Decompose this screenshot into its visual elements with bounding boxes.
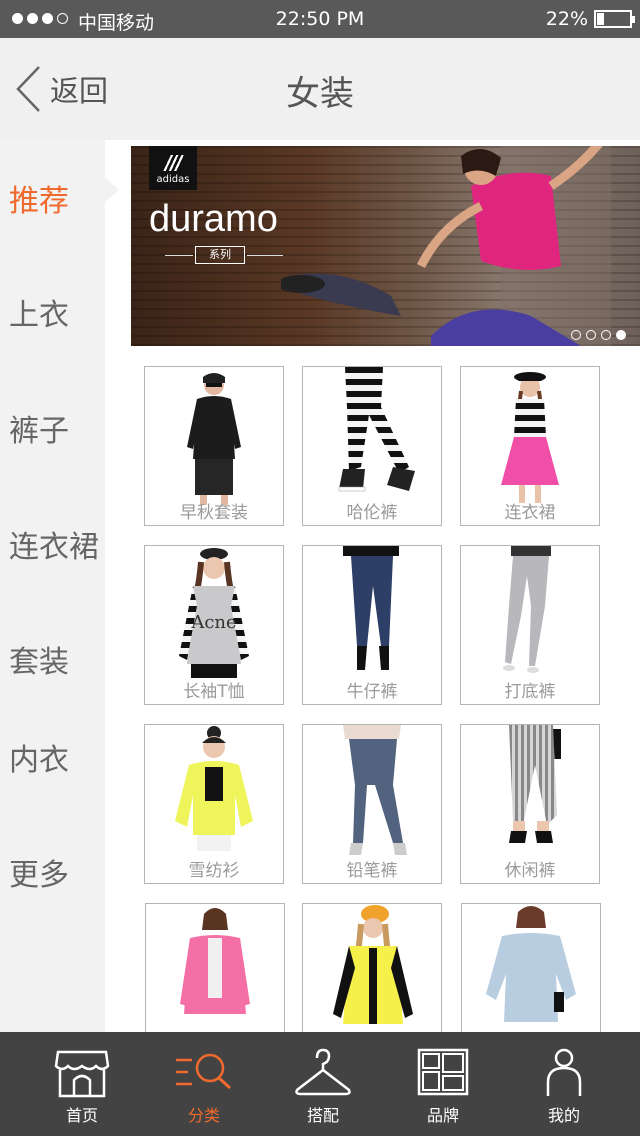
sidebar-item-recommend[interactable]: 推荐 (9, 176, 69, 220)
product-label: 连衣裙 (504, 503, 556, 523)
black-velour-suit-image (187, 373, 241, 505)
product-card-long-sleeve-tee[interactable]: Acne 长袖T恤 (144, 545, 284, 705)
battery-percent: 22% (545, 8, 588, 30)
product-card-jeans[interactable]: 牛仔裤 (302, 545, 442, 705)
sidebar-item-suits[interactable]: 套装 (9, 637, 69, 681)
sidebar-active-indicator (105, 178, 119, 202)
tab-label: 我的 (547, 1106, 580, 1125)
product-label: 铅笔裤 (346, 861, 398, 881)
yellow-chiffon-shirt-image (175, 726, 253, 851)
banner-dot[interactable] (571, 330, 581, 340)
tab-brand[interactable]: 品牌 (388, 1032, 498, 1136)
product-card-harem-pants[interactable]: 哈伦裤 (302, 366, 442, 526)
tab-profile[interactable]: 我的 (509, 1032, 619, 1136)
tab-home[interactable]: 首页 (27, 1032, 137, 1136)
pink-skirt-dress-image (501, 372, 559, 503)
pencil-jeans-image (343, 725, 407, 855)
pink-blazer-image (180, 908, 250, 1014)
category-search-icon (176, 1053, 232, 1090)
product-card-pencil-pants[interactable]: 铅笔裤 (302, 724, 442, 884)
brand-grid-icon (417, 1048, 469, 1096)
tab-label: 搭配 (306, 1106, 339, 1125)
sidebar-item-dresses[interactable]: 连衣裙 (9, 522, 99, 566)
status-time: 22:50 PM (275, 8, 365, 30)
product-label: 牛仔裤 (346, 682, 398, 702)
tab-label: 分类 (187, 1106, 220, 1125)
product-label: 长袖T恤 (183, 682, 245, 702)
banner-dot[interactable] (601, 330, 611, 340)
product-card-chiffon-shirt[interactable]: 雪纺衫 (144, 724, 284, 884)
banner-dot[interactable] (586, 330, 596, 340)
product-card-autumn-suit[interactable]: 早秋套装 (144, 366, 284, 526)
product-card-leggings[interactable]: 打底裤 (460, 545, 600, 705)
store-icon (54, 1050, 110, 1098)
tab-label: 品牌 (426, 1106, 459, 1125)
banner-model-image (281, 146, 611, 346)
sidebar-item-pants[interactable]: 裤子 (9, 406, 69, 450)
product-label: 哈伦裤 (346, 503, 398, 523)
promo-banner[interactable]: adidas duramo 系列 (131, 146, 640, 346)
striped-casual-pants-image (509, 725, 561, 843)
product-card-casual-pants[interactable]: 休闲裤 (460, 724, 600, 884)
product-label: 休闲裤 (504, 861, 556, 881)
product-label: 雪纺衫 (188, 861, 240, 881)
sidebar-item-more[interactable]: 更多 (9, 850, 69, 894)
banner-title: duramo (149, 198, 278, 240)
category-sidebar: 推荐 上衣 裤子 连衣裙 套装 内衣 更多 (0, 140, 105, 1032)
denim-shirt-image (486, 906, 576, 1022)
nav-bar: 返回 女装 (0, 38, 640, 140)
skinny-jeans-image (343, 546, 399, 670)
adidas-logo: adidas (149, 146, 197, 190)
grey-leggings-image (503, 546, 551, 673)
tab-category[interactable]: 分类 (149, 1032, 259, 1136)
product-card-dress[interactable]: 连衣裙 (460, 366, 600, 526)
banner-subtitle: 系列 (195, 246, 245, 264)
sidebar-item-tops[interactable]: 上衣 (9, 290, 69, 334)
banner-dot[interactable] (616, 330, 626, 340)
page-title: 女装 (286, 74, 354, 114)
acne-sweater-image: Acne (179, 548, 249, 678)
battery-icon (594, 10, 635, 28)
product-label: 早秋套装 (180, 503, 248, 523)
user-icon (546, 1048, 582, 1096)
striped-leggings-image (338, 367, 415, 492)
banner-pagination (571, 330, 626, 340)
hanger-icon (295, 1048, 351, 1096)
tab-outfit[interactable]: 搭配 (268, 1032, 378, 1136)
yellow-cardigan-image (333, 905, 413, 1024)
status-bar: 中国移动 22:50 PM 22% (0, 0, 640, 38)
tab-label: 首页 (65, 1106, 98, 1125)
bottom-tab-bar: 首页 分类 搭配 品牌 我的 (0, 1032, 640, 1136)
product-label: 打底裤 (504, 682, 556, 702)
svg-text:Acne: Acne (190, 612, 236, 633)
sidebar-item-underwear[interactable]: 内衣 (9, 735, 69, 779)
